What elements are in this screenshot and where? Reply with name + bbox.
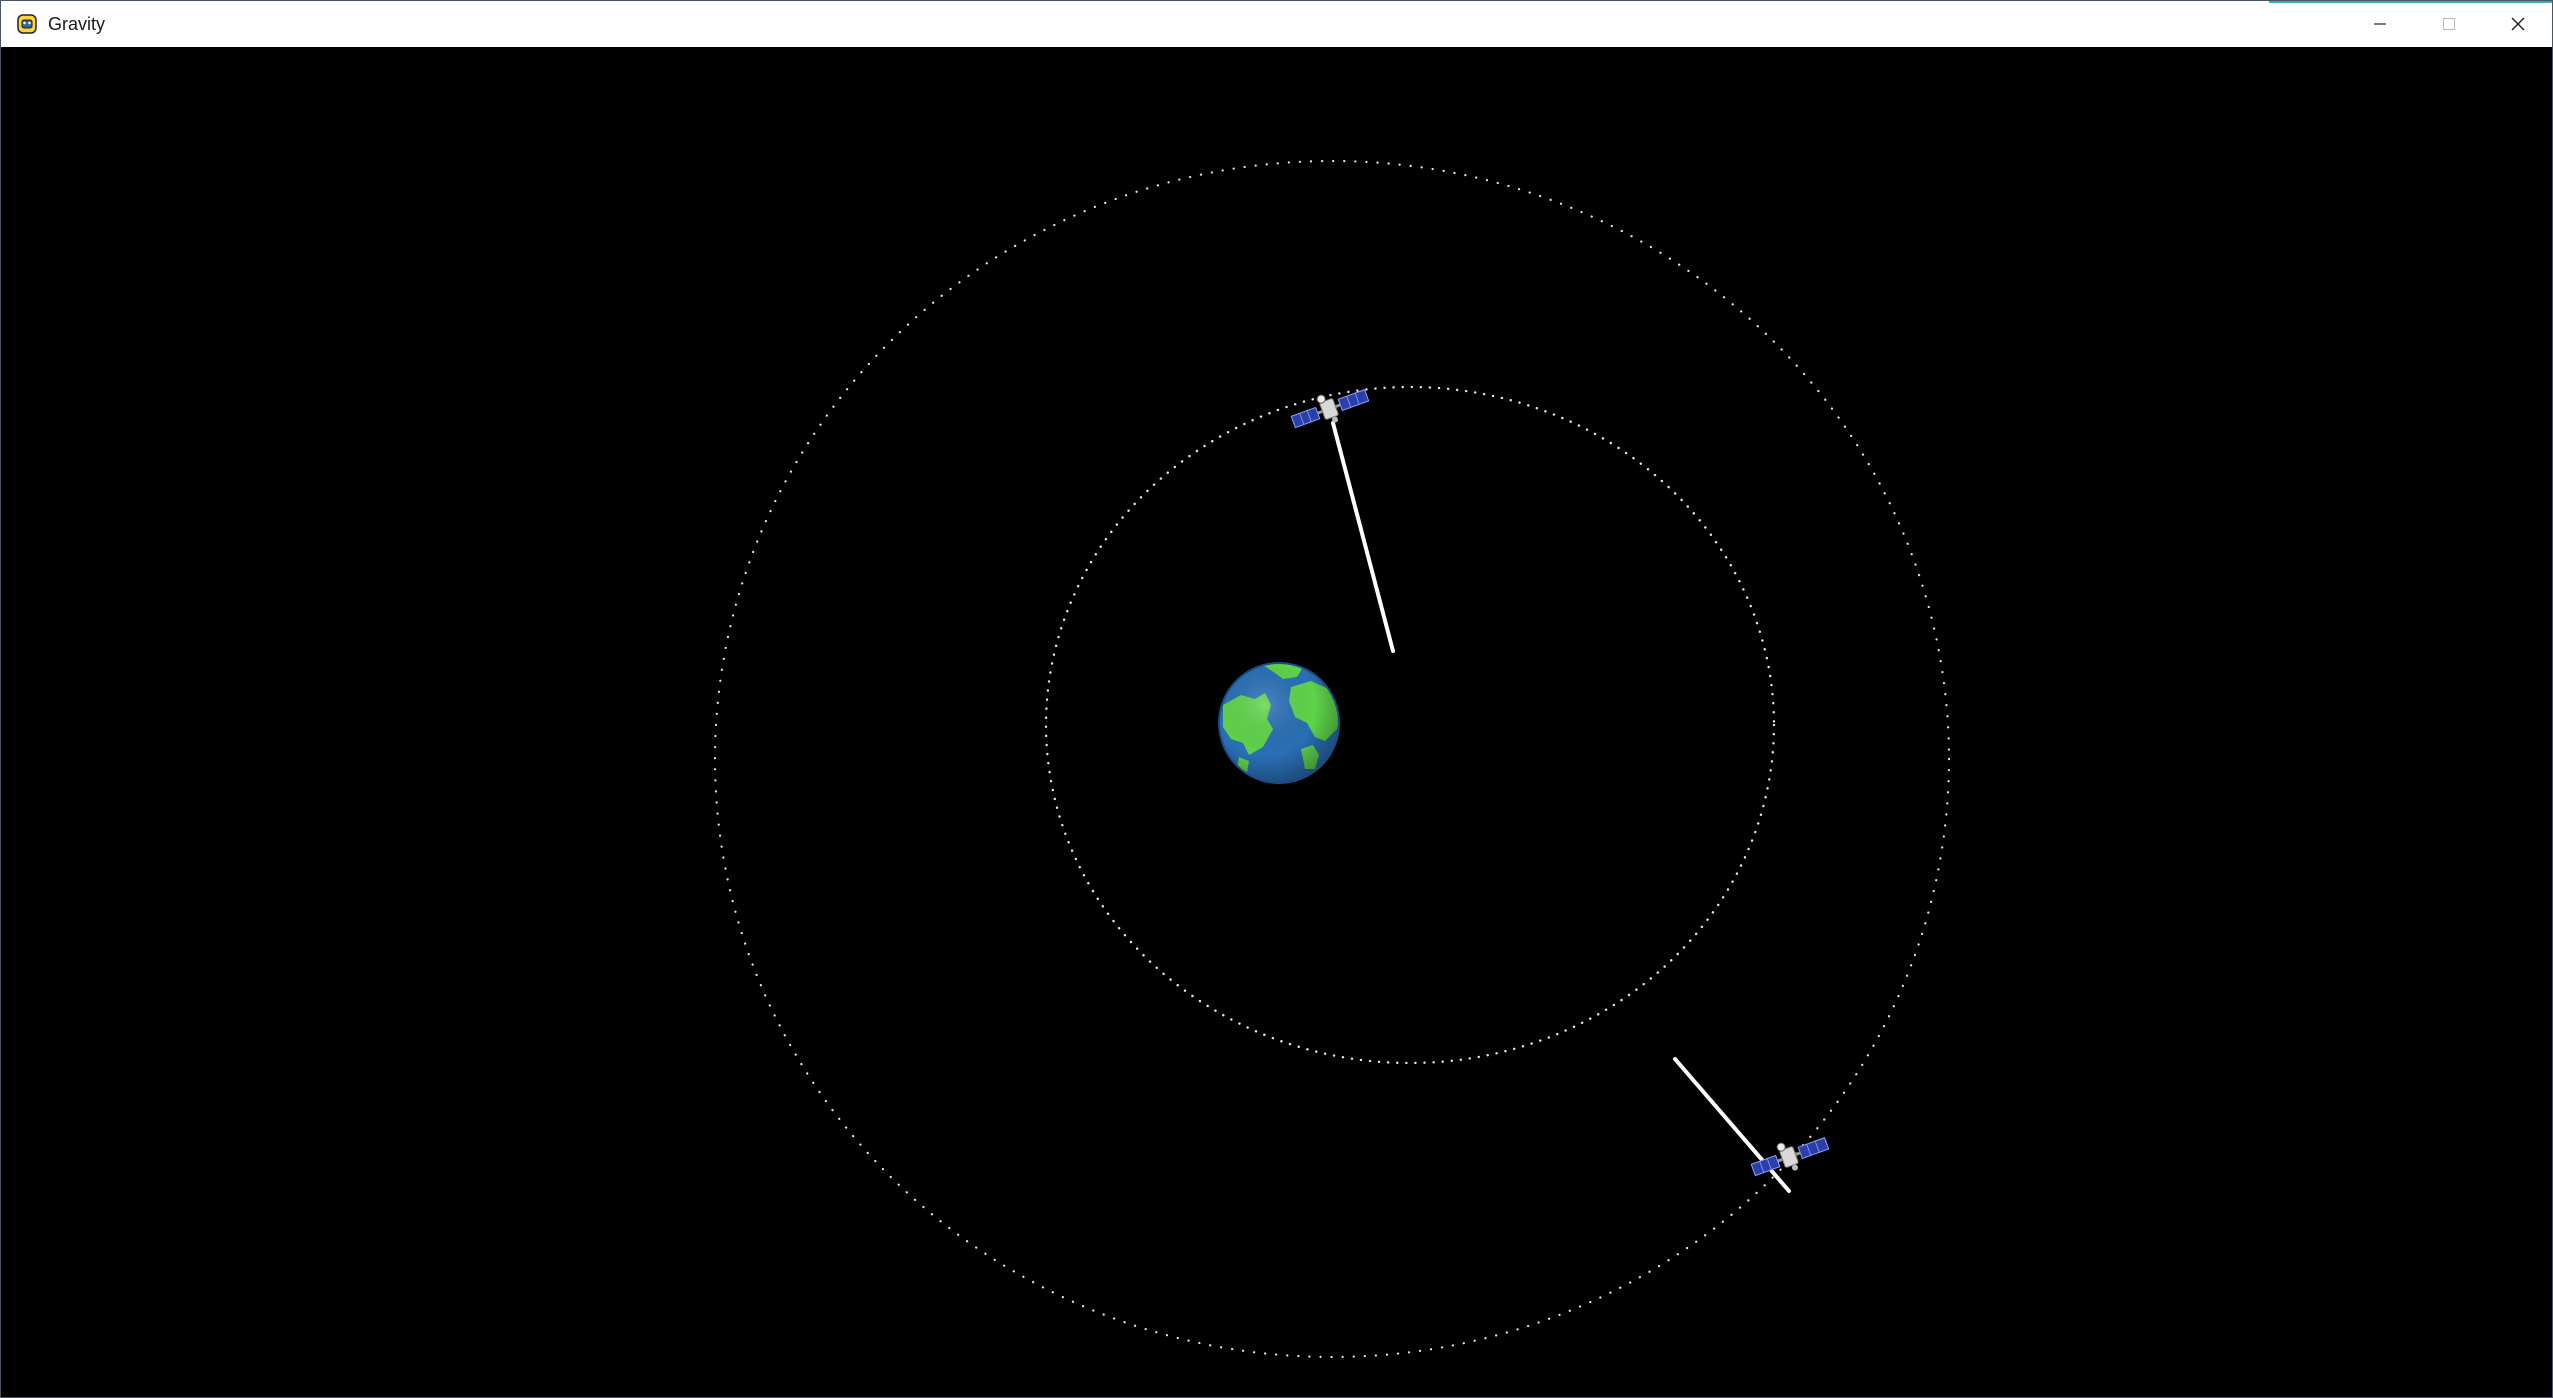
satellite-1[interactable]	[1288, 380, 1372, 436]
minimize-button[interactable]	[2345, 1, 2414, 47]
title-bar[interactable]: Gravity	[1, 1, 2552, 47]
close-button[interactable]	[2483, 1, 2552, 47]
outer-orbit-path	[713, 159, 1951, 1359]
simulation-canvas[interactable]	[1, 47, 2552, 1397]
satellite-2-velocity-vector	[1673, 1057, 1791, 1193]
maximize-icon	[2442, 17, 2455, 31]
inner-orbit-path	[1044, 385, 1776, 1065]
close-icon	[2511, 17, 2524, 31]
window-title: Gravity	[48, 13, 106, 34]
app-window: Gravity	[0, 0, 2553, 1398]
maximize-button[interactable]	[2414, 1, 2483, 47]
minimize-icon	[2373, 23, 2386, 25]
window-controls	[2345, 1, 2552, 47]
earth-planet[interactable]	[1218, 661, 1341, 784]
python-icon	[15, 12, 39, 36]
satellite-1-velocity-vector	[1331, 421, 1395, 653]
